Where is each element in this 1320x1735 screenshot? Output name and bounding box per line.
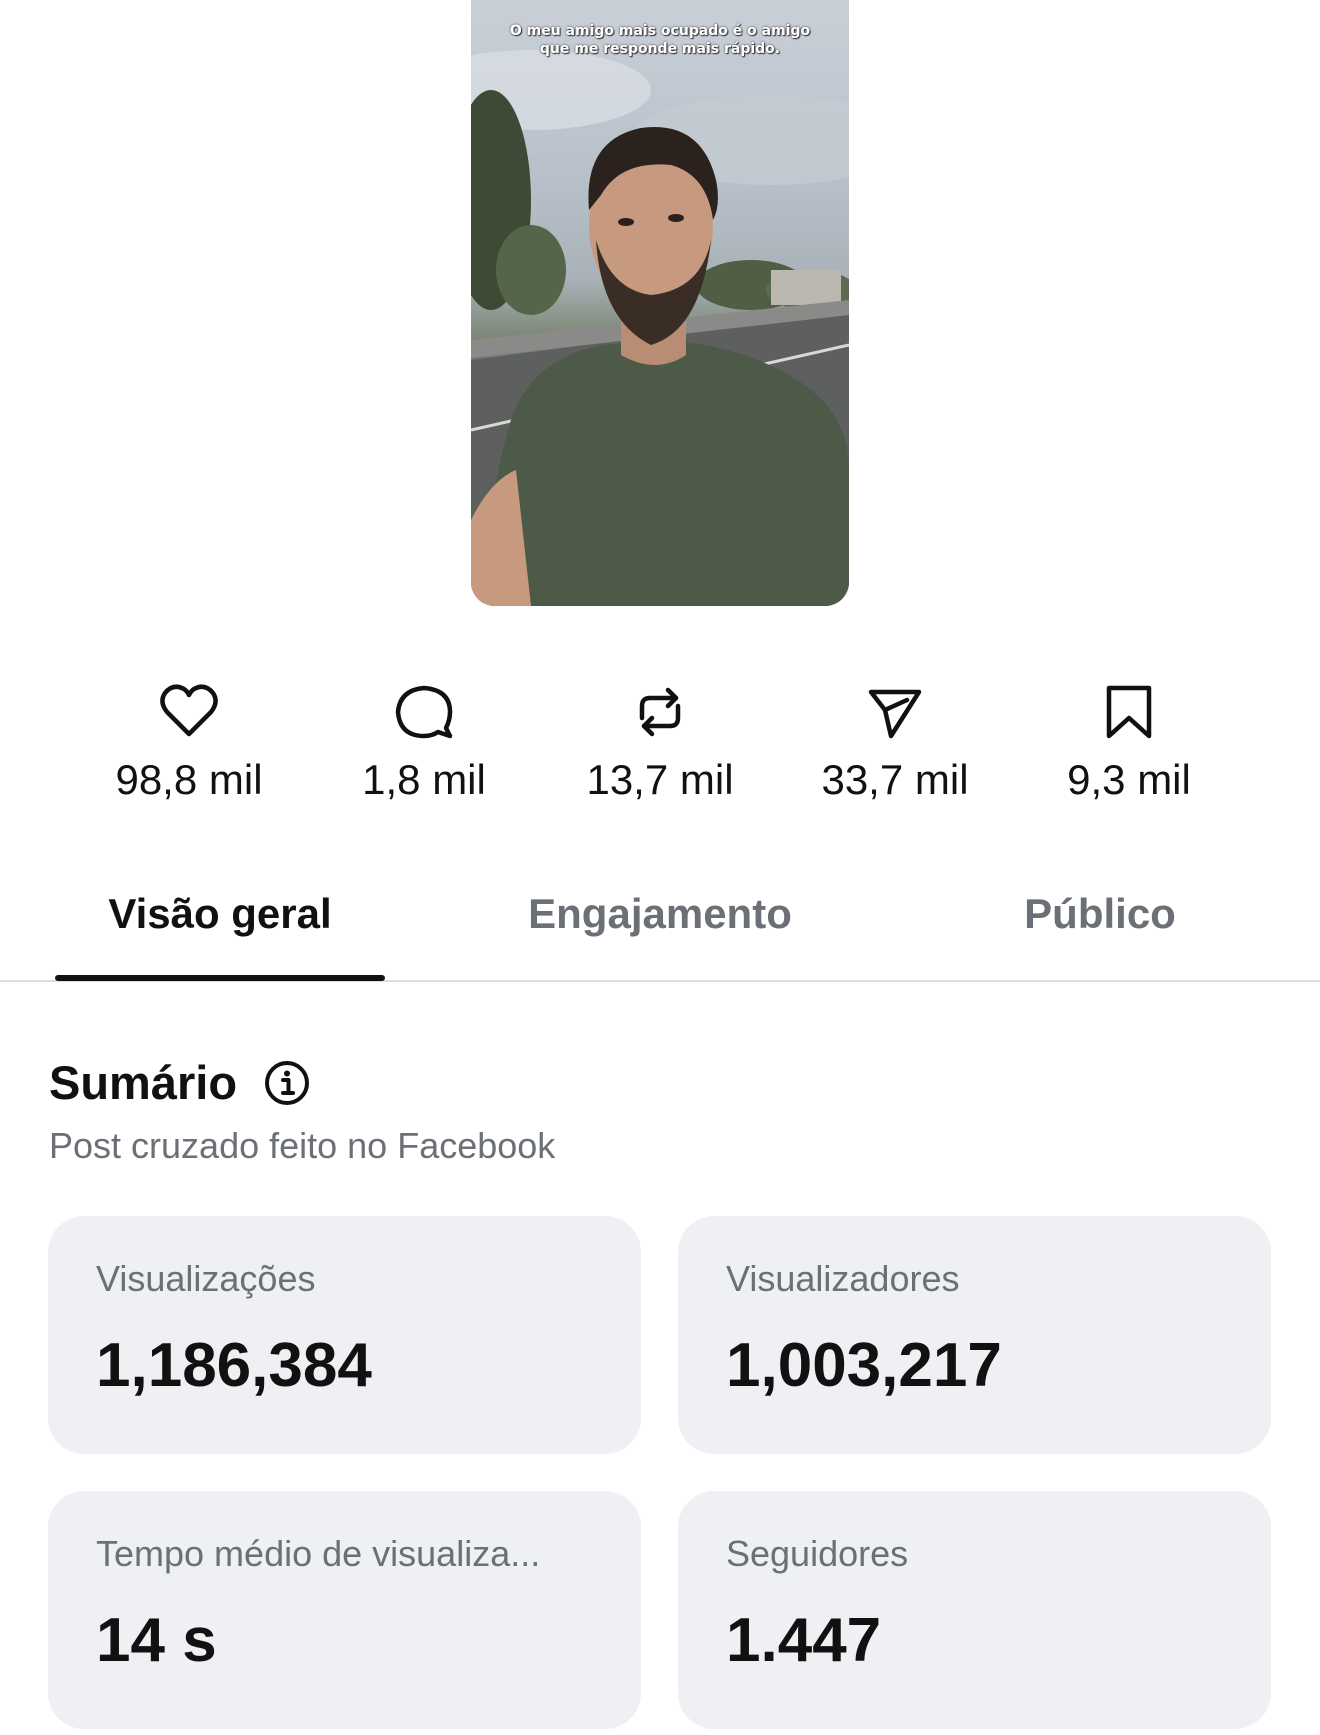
summary-header: Sumário [49, 1055, 311, 1110]
metric-card-viewers[interactable]: Visualizadores 1,003,217 [678, 1216, 1271, 1454]
video-thumbnail[interactable]: O meu amigo mais ocupado é o amigo que m… [471, 0, 849, 606]
heart-icon [160, 684, 218, 737]
reposts-stat[interactable]: 13,7 mil [550, 680, 770, 804]
metric-label: Tempo médio de visualiza... [96, 1533, 541, 1574]
repost-icon [639, 687, 681, 737]
shares-stat[interactable]: 33,7 mil [785, 680, 1005, 804]
comment-icon [395, 685, 453, 739]
likes-stat[interactable]: 98,8 mil [79, 680, 299, 804]
info-icon[interactable] [263, 1059, 311, 1107]
comments-stat[interactable]: 1,8 mil [314, 680, 534, 804]
active-tab-indicator [55, 975, 385, 981]
summary-subtitle: Post cruzado feito no Facebook [49, 1125, 556, 1166]
comments-count: 1,8 mil [362, 756, 486, 803]
tab-overview[interactable]: Visão geral [55, 890, 385, 938]
metric-label: Visualizadores [726, 1258, 960, 1299]
metric-value: 14 s [96, 1606, 217, 1675]
tab-audience[interactable]: Público [935, 890, 1265, 938]
engagement-stats-row: 98,8 mil 1,8 mil 13,7 mil 33,7 mil 9,3 m… [0, 680, 1320, 820]
bookmark-icon [1106, 685, 1152, 739]
share-icon [868, 689, 922, 739]
metric-card-followers[interactable]: Seguidores 1.447 [678, 1491, 1271, 1729]
metric-label: Visualizações [96, 1258, 316, 1299]
metric-value: 1.447 [726, 1606, 882, 1675]
likes-count: 98,8 mil [115, 756, 263, 803]
metric-label: Seguidores [726, 1533, 909, 1574]
metric-value: 1,186,384 [96, 1331, 372, 1400]
post-insights-screen: O meu amigo mais ocupado é o amigo que m… [0, 0, 1320, 1735]
saves-count: 9,3 mil [1067, 756, 1191, 803]
reposts-count: 13,7 mil [586, 756, 734, 803]
video-caption: O meu amigo mais ocupado é o amigo que m… [509, 23, 811, 57]
saves-stat[interactable]: 9,3 mil [1019, 680, 1239, 804]
tab-engagement[interactable]: Engajamento [495, 890, 825, 938]
metric-card-views[interactable]: Visualizações 1,186,384 [48, 1216, 641, 1454]
insights-tabs: Visão geral Engajamento Público [0, 870, 1320, 982]
metric-value: 1,003,217 [726, 1331, 1002, 1400]
metric-card-avg-watch-time[interactable]: Tempo médio de visualiza... 14 s [48, 1491, 641, 1729]
shares-count: 33,7 mil [821, 756, 969, 803]
summary-title: Sumário [49, 1056, 238, 1109]
video-frame-illustration [471, 50, 849, 606]
